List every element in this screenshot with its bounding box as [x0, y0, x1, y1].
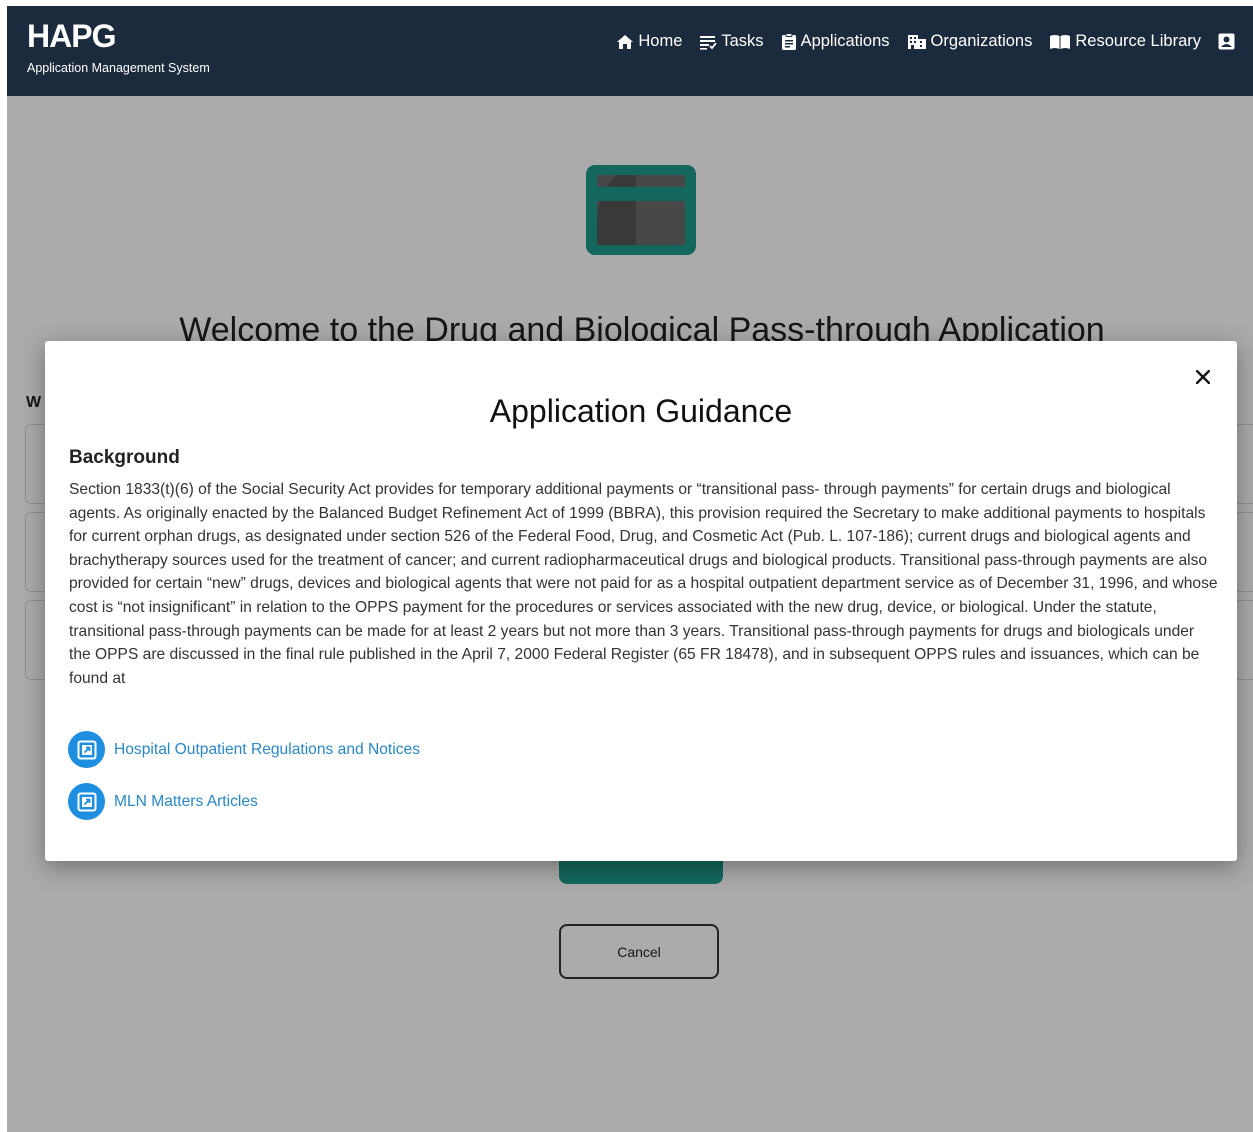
external-link-icon — [68, 731, 105, 768]
background-heading: Background — [69, 447, 180, 468]
home-icon — [616, 34, 634, 50]
nav-home-label: Home — [638, 32, 683, 50]
brand-subtitle: Application Management System — [27, 61, 210, 75]
building-icon — [907, 34, 927, 50]
background-text: Section 1833(t)(6) of the Social Securit… — [69, 481, 1218, 687]
link-label: MLN Matters Articles — [114, 792, 258, 810]
nav-tasks[interactable]: Tasks — [699, 32, 764, 51]
brand-title[interactable]: HAPG — [27, 18, 116, 54]
nav-organizations[interactable]: Organizations — [907, 32, 1033, 51]
nav-applications-label: Applications — [800, 32, 890, 50]
nav-resource-library-label: Resource Library — [1075, 32, 1201, 50]
nav-tasks-label: Tasks — [721, 32, 764, 50]
nav-applications[interactable]: Applications — [781, 32, 890, 51]
link-label: Hospital Outpatient Regulations and Noti… — [114, 740, 420, 758]
nav-organizations-label: Organizations — [930, 32, 1033, 50]
user-icon — [1218, 33, 1235, 50]
book-icon — [1049, 34, 1071, 50]
modal-title: Application Guidance — [489, 393, 793, 429]
external-link-icon — [68, 783, 105, 820]
nav-resource-library[interactable]: Resource Library — [1049, 32, 1201, 51]
close-icon[interactable] — [1191, 365, 1215, 389]
app-frame: HAPG Application Management System Home … — [7, 6, 1253, 1132]
tasks-icon — [699, 34, 718, 50]
top-header: HAPG Application Management System Home … — [7, 6, 1253, 96]
main-nav: Home Tasks Applications Organizations Re… — [616, 32, 1235, 51]
user-menu[interactable] — [1218, 33, 1235, 50]
link-mln-matters-articles[interactable]: MLN Matters Articles — [68, 783, 258, 820]
clipboard-icon — [781, 32, 797, 51]
application-guidance-modal: Application Guidance Background Section … — [45, 341, 1237, 861]
nav-home[interactable]: Home — [616, 32, 682, 51]
link-hospital-outpatient-regulations[interactable]: Hospital Outpatient Regulations and Noti… — [68, 731, 420, 768]
